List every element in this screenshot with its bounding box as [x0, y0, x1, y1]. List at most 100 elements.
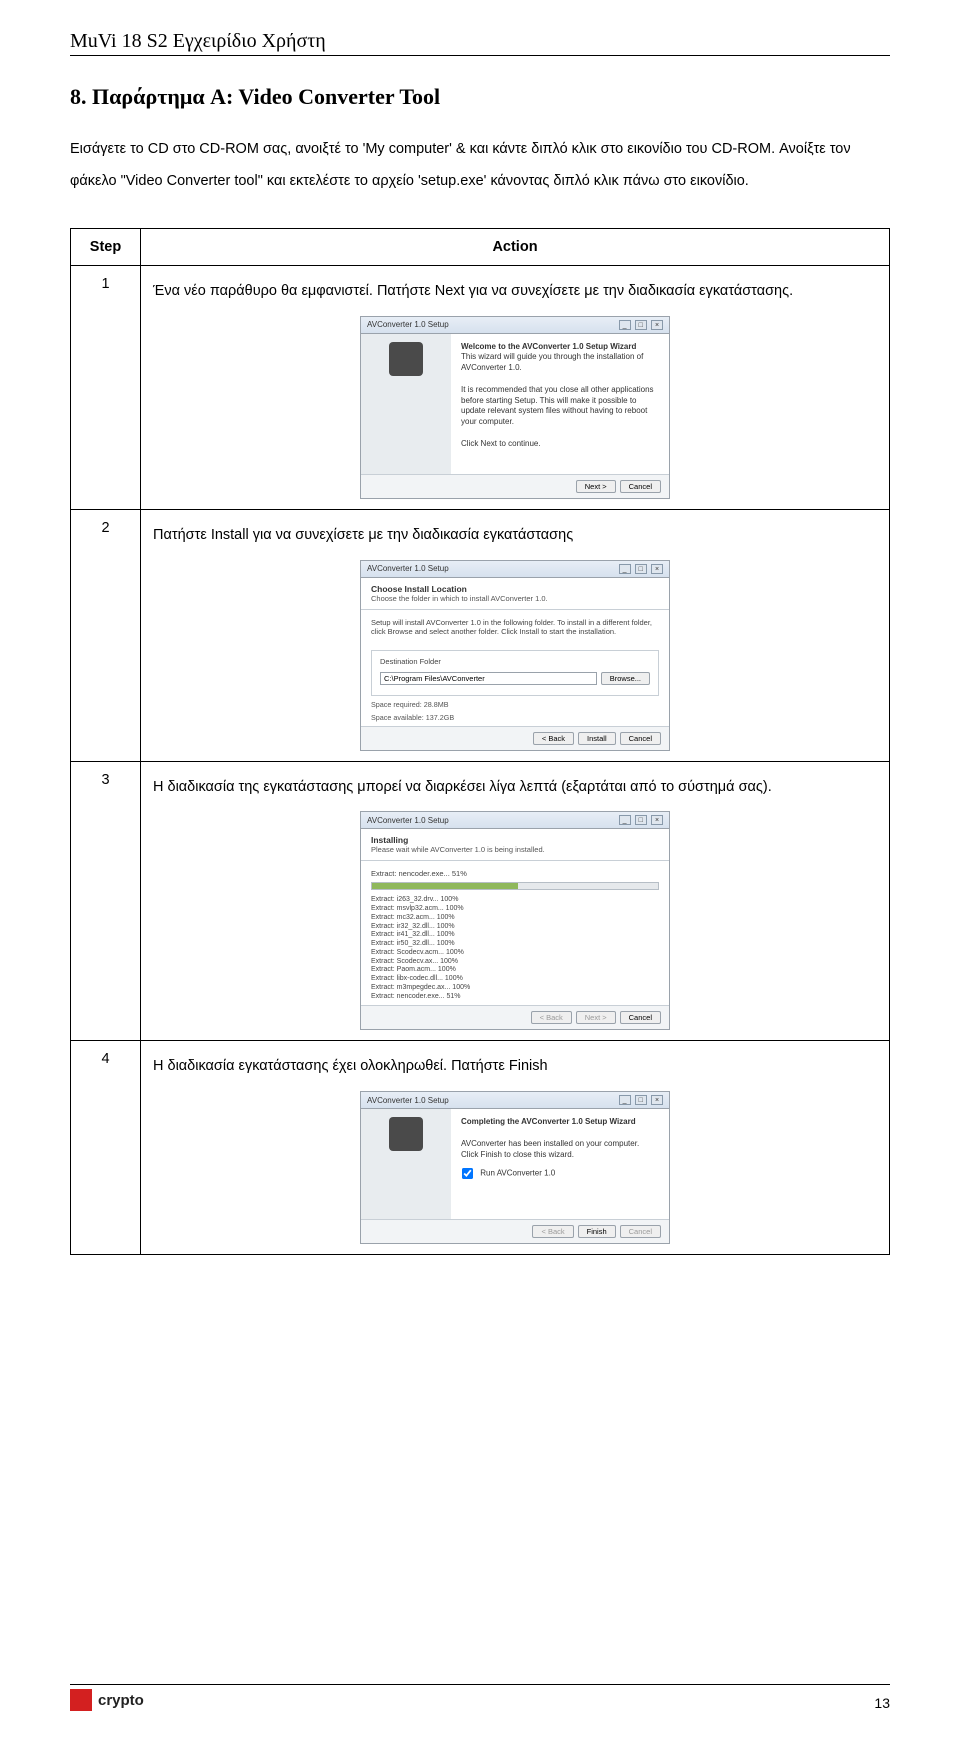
action-text: Η διαδικασία της εγκατάστασης μπορεί να … — [153, 772, 877, 804]
maximize-icon[interactable]: □ — [635, 564, 647, 574]
window-title: AVConverter 1.0 Setup — [367, 564, 449, 573]
wizard-text: Click Next to continue. — [461, 439, 541, 448]
step-action: Η διαδικασία της εγκατάστασης μπορεί να … — [141, 761, 890, 1041]
finish-button[interactable]: Finish — [578, 1225, 616, 1238]
step-number: 4 — [71, 1041, 141, 1255]
back-button: < Back — [532, 1225, 573, 1238]
run-after-label: Run AVConverter 1.0 — [480, 1168, 555, 1177]
window-titlebar: AVConverter 1.0 Setup _ □ × — [361, 561, 669, 578]
maximize-icon[interactable]: □ — [635, 815, 647, 825]
page-number: 13 — [874, 1695, 890, 1711]
minimize-icon[interactable]: _ — [619, 320, 631, 330]
step-number: 3 — [71, 761, 141, 1041]
table-row: 4 Η διαδικασία εγκατάστασης έχει ολοκληρ… — [71, 1041, 890, 1255]
wizard-content: Setup will install AVConverter 1.0 in th… — [361, 610, 669, 726]
next-button: Next > — [576, 1011, 616, 1024]
subheader-desc: Please wait while AVConverter 1.0 is bei… — [371, 845, 545, 854]
close-icon[interactable]: × — [651, 564, 663, 574]
wizard-buttons: < Back Next > Cancel — [361, 1005, 669, 1029]
table-row: 3 Η διαδικασία της εγκατάστασης μπορεί ν… — [71, 761, 890, 1041]
space-required: Space required: 28.8MB — [371, 700, 659, 709]
table-row: 1 Ένα νέο παράθυρο θα εμφανιστεί. Πατήστ… — [71, 265, 890, 509]
subheader-title: Choose Install Location — [371, 584, 659, 594]
step-action: Πατήστε Install για να συνεχίσετε με την… — [141, 509, 890, 761]
steps-table: Step Action 1 Ένα νέο παράθυρο θα εμφανι… — [70, 228, 890, 1256]
browse-button[interactable]: Browse... — [601, 672, 650, 685]
wizard-side-image — [361, 1109, 451, 1219]
maximize-icon[interactable]: □ — [635, 1095, 647, 1105]
installer-step4: AVConverter 1.0 Setup _ □ × Completing t… — [360, 1091, 670, 1244]
window-title: AVConverter 1.0 Setup — [367, 320, 449, 329]
cancel-button[interactable]: Cancel — [620, 1011, 661, 1024]
intro-paragraph: Εισάγετε το CD στο CD-ROM σας, ανοιξτέ τ… — [70, 134, 890, 198]
page-header: MuVi 18 S2 Εγχειρίδιο Χρήστη — [70, 30, 890, 56]
logo-text: crypto — [98, 1692, 144, 1709]
extract-current: Extract: nencoder.exe... 51% — [371, 869, 659, 878]
wizard-text: Setup will install AVConverter 1.0 in th… — [371, 618, 659, 636]
close-icon[interactable]: × — [651, 1095, 663, 1105]
action-text: Η διαδικασία εγκατάστασης έχει ολοκληρωθ… — [153, 1051, 877, 1083]
back-button[interactable]: < Back — [533, 732, 574, 745]
minimize-icon[interactable]: _ — [619, 1095, 631, 1105]
table-header-row: Step Action — [71, 228, 890, 265]
wizard-content: Completing the AVConverter 1.0 Setup Wiz… — [451, 1109, 669, 1219]
page-footer: crypto 13 — [70, 1684, 890, 1711]
col-step: Step — [71, 228, 141, 265]
wizard-heading: Completing the AVConverter 1.0 Setup Wiz… — [461, 1117, 636, 1126]
close-icon[interactable]: × — [651, 815, 663, 825]
step-number: 1 — [71, 265, 141, 509]
subheader-desc: Choose the folder in which to install AV… — [371, 594, 548, 603]
wizard-text: AVConverter has been installed on your c… — [461, 1139, 639, 1148]
wizard-buttons: Next > Cancel — [361, 474, 669, 498]
window-title: AVConverter 1.0 Setup — [367, 1096, 449, 1105]
progress-fill — [372, 883, 518, 889]
next-button[interactable]: Next > — [576, 480, 616, 493]
wizard-text: Click Finish to close this wizard. — [461, 1150, 574, 1159]
space-available: Space available: 137.2GB — [371, 713, 659, 722]
section-title: 8. Παράρτημα A: Video Converter Tool — [70, 84, 890, 110]
wizard-heading: Welcome to the AVConverter 1.0 Setup Wiz… — [461, 342, 636, 351]
window-buttons: _ □ × — [617, 815, 663, 825]
cancel-button[interactable]: Cancel — [620, 732, 661, 745]
window-titlebar: AVConverter 1.0 Setup _ □ × — [361, 812, 669, 829]
logo-mark-icon — [70, 1689, 92, 1711]
footer-logo: crypto — [70, 1689, 144, 1711]
action-text: Πατήστε Install για να συνεχίσετε με την… — [153, 520, 877, 552]
window-titlebar: AVConverter 1.0 Setup _ □ × — [361, 317, 669, 334]
step-number: 2 — [71, 509, 141, 761]
computer-icon — [389, 342, 423, 376]
window-buttons: _ □ × — [617, 564, 663, 574]
minimize-icon[interactable]: _ — [619, 815, 631, 825]
wizard-content: Welcome to the AVConverter 1.0 Setup Wiz… — [451, 334, 669, 474]
step-action: Η διαδικασία εγκατάστασης έχει ολοκληρωθ… — [141, 1041, 890, 1255]
install-button[interactable]: Install — [578, 732, 616, 745]
extract-log: Extract: i263_32.drv... 100% Extract: ms… — [371, 896, 659, 1001]
close-icon[interactable]: × — [651, 320, 663, 330]
subheader-title: Installing — [371, 835, 659, 845]
run-after-checkbox-row: Run AVConverter 1.0 — [461, 1167, 659, 1180]
wizard-subheader: Installing Please wait while AVConverter… — [361, 829, 669, 861]
dest-folder-input[interactable] — [380, 672, 597, 685]
cancel-button[interactable]: Cancel — [620, 480, 661, 493]
window-buttons: _ □ × — [617, 1095, 663, 1105]
step-action: Ένα νέο παράθυρο θα εμφανιστεί. Πατήστε … — [141, 265, 890, 509]
wizard-subheader: Choose Install Location Choose the folde… — [361, 578, 669, 610]
run-after-checkbox[interactable] — [462, 1168, 473, 1179]
progress-bar — [371, 882, 659, 890]
window-buttons: _ □ × — [617, 320, 663, 330]
installer-step3: AVConverter 1.0 Setup _ □ × Installing P… — [360, 811, 670, 1030]
back-button: < Back — [531, 1011, 572, 1024]
computer-icon — [389, 1117, 423, 1151]
action-text: Ένα νέο παράθυρο θα εμφανιστεί. Πατήστε … — [153, 276, 877, 308]
wizard-text: It is recommended that you close all oth… — [461, 385, 654, 426]
wizard-content: Extract: nencoder.exe... 51% Extract: i2… — [361, 861, 669, 1005]
wizard-buttons: < Back Finish Cancel — [361, 1219, 669, 1243]
table-row: 2 Πατήστε Install για να συνεχίσετε με τ… — [71, 509, 890, 761]
minimize-icon[interactable]: _ — [619, 564, 631, 574]
installer-step1: AVConverter 1.0 Setup _ □ × Welcome to t… — [360, 316, 670, 499]
maximize-icon[interactable]: □ — [635, 320, 647, 330]
wizard-text: This wizard will guide you through the i… — [461, 352, 643, 372]
wizard-buttons: < Back Install Cancel — [361, 726, 669, 750]
dest-folder-label: Destination Folder — [380, 657, 650, 666]
window-title: AVConverter 1.0 Setup — [367, 816, 449, 825]
